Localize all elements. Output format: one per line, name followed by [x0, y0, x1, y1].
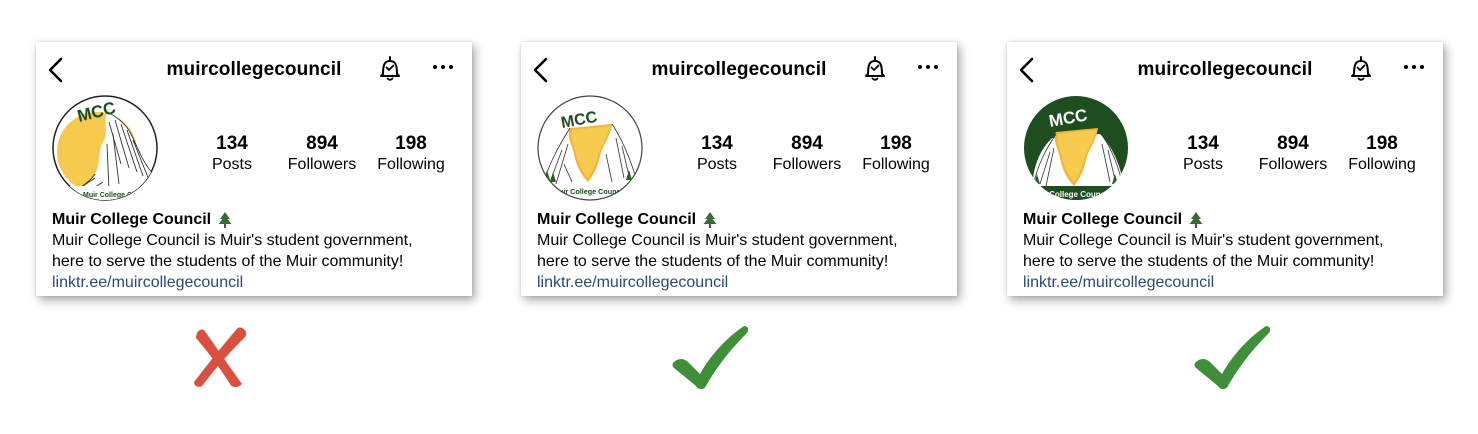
following-stat[interactable]: 198 Following [1337, 133, 1427, 175]
more-options-icon[interactable] [1402, 59, 1426, 75]
bio-text-line-2: here to serve the students of the Muir c… [1023, 253, 1375, 270]
svg-text:Muir College Council: Muir College Council [83, 192, 153, 199]
bio-text-line-1: Muir College Council is Muir's student g… [52, 232, 413, 249]
bio-text-line-2: here to serve the students of the Muir c… [537, 253, 889, 270]
following-count: 198 [1366, 133, 1398, 154]
following-label: Following [1348, 156, 1416, 173]
posts-count: 134 [701, 133, 733, 154]
followers-label: Followers [287, 156, 357, 173]
followers-stat[interactable]: 894 Followers [1248, 133, 1338, 175]
following-count: 198 [880, 133, 912, 154]
profile-card-3: muircollegecouncil Muir College Council [1007, 42, 1443, 296]
profile-header: muircollegecouncil [1007, 42, 1443, 94]
more-options-icon[interactable] [916, 59, 940, 75]
display-name-text: Muir College Council [1023, 211, 1183, 228]
posts-label: Posts [1182, 156, 1223, 173]
posts-count: 134 [216, 133, 248, 154]
profile-card-2: muircollegecouncil Muir College Council [521, 42, 957, 296]
posts-label: Posts [211, 156, 252, 173]
pine-tree-icon [703, 211, 717, 228]
bio-text-line-2: here to serve the students of the Muir c… [52, 253, 404, 270]
bio-display-name: Muir College Council [52, 209, 462, 230]
profile-username: muircollegecouncil [166, 59, 342, 80]
bio-display-name: Muir College Council [1023, 209, 1433, 230]
bio-display-name: Muir College Council [537, 209, 947, 230]
profile-avatar[interactable]: Muir College Council MCC [51, 94, 159, 202]
following-label: Following [377, 156, 445, 173]
pine-tree-icon [1189, 211, 1203, 228]
bio-link[interactable]: linktr.ee/muircollegecouncil [52, 272, 462, 293]
profile-avatar[interactable]: Muir College Council MCC [536, 94, 644, 202]
profile-username: muircollegecouncil [651, 59, 827, 80]
following-stat[interactable]: 198 Following [366, 133, 456, 175]
followers-label: Followers [772, 156, 842, 173]
posts-stat[interactable]: 134 Posts [1158, 133, 1248, 175]
posts-stat[interactable]: 134 Posts [187, 133, 277, 175]
following-count: 198 [395, 133, 427, 154]
followers-count: 894 [791, 133, 823, 154]
profile-card-1: muircollegecouncil Muir College Council [36, 42, 472, 296]
bio-link[interactable]: linktr.ee/muircollegecouncil [1023, 272, 1433, 293]
followers-stat[interactable]: 894 Followers [762, 133, 852, 175]
followers-stat[interactable]: 894 Followers [277, 133, 367, 175]
notification-bell-icon[interactable] [862, 55, 888, 83]
green-checkmark-icon [1194, 326, 1271, 389]
profile-bio: Muir College Council Muir College Counci… [1023, 209, 1433, 293]
display-name-text: Muir College Council [537, 211, 697, 228]
more-options-icon[interactable] [431, 59, 455, 75]
posts-count: 134 [1187, 133, 1219, 154]
bio-text-line-1: Muir College Council is Muir's student g… [537, 232, 898, 249]
pine-tree-icon [218, 211, 232, 228]
posts-stat[interactable]: 134 Posts [672, 133, 762, 175]
bio-link[interactable]: linktr.ee/muircollegecouncil [537, 272, 947, 293]
green-checkmark-icon [672, 326, 749, 389]
profile-bio: Muir College Council Muir College Counci… [537, 209, 947, 293]
display-name-text: Muir College Council [52, 211, 212, 228]
profile-bio: Muir College Council Muir College Counci… [52, 209, 462, 293]
followers-label: Followers [1258, 156, 1328, 173]
red-x-icon [194, 327, 247, 387]
profile-header: muircollegecouncil [36, 42, 472, 94]
followers-count: 894 [1277, 133, 1309, 154]
profile-username: muircollegecouncil [1137, 59, 1313, 80]
followers-count: 894 [306, 133, 338, 154]
posts-label: Posts [696, 156, 737, 173]
profile-avatar[interactable]: Muir College Council MCC [1022, 94, 1130, 202]
following-label: Following [862, 156, 930, 173]
bio-text-line-1: Muir College Council is Muir's student g… [1023, 232, 1384, 249]
svg-text:Muir College Council: Muir College Council [1030, 190, 1110, 199]
notification-bell-icon[interactable] [377, 55, 403, 83]
notification-bell-icon[interactable] [1348, 55, 1374, 83]
following-stat[interactable]: 198 Following [851, 133, 941, 175]
profile-header: muircollegecouncil [521, 42, 957, 94]
